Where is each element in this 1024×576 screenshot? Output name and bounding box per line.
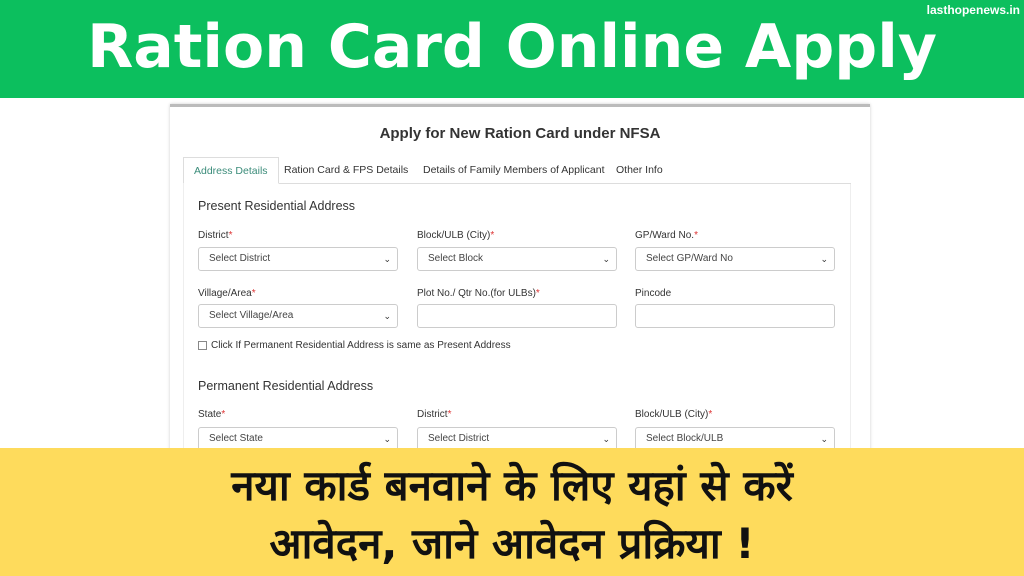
checkbox-icon[interactable] bbox=[198, 341, 207, 350]
same-address-checkbox[interactable]: Click If Permanent Residential Address i… bbox=[198, 340, 511, 351]
permanent-address-heading: Permanent Residential Address bbox=[198, 379, 374, 393]
ward-select[interactable]: Select GP/Ward No ⌄ bbox=[635, 247, 835, 271]
plot-label: Plot No./ Qtr No.(for ULBs)* bbox=[417, 288, 540, 299]
tab-bar: Address Details Ration Card & FPS Detail… bbox=[183, 157, 851, 184]
tab-ration-card-fps[interactable]: Ration Card & FPS Details bbox=[274, 157, 418, 184]
banner-title: Ration Card Online Apply bbox=[87, 12, 937, 82]
block-select[interactable]: Select Block ⌄ bbox=[417, 247, 617, 271]
village-label: Village/Area* bbox=[198, 288, 256, 299]
form-screenshot: Apply for New Ration Card under NFSA Add… bbox=[170, 104, 870, 474]
district-select[interactable]: Select District ⌄ bbox=[198, 247, 398, 271]
checkbox-label: Click If Permanent Residential Address i… bbox=[211, 340, 511, 351]
block-label: Block/ULB (City)* bbox=[417, 230, 495, 241]
chevron-down-icon: ⌄ bbox=[820, 254, 828, 264]
title-banner: Ration Card Online Apply lasthopenews.in bbox=[0, 0, 1024, 98]
village-select[interactable]: Select Village/Area ⌄ bbox=[198, 304, 398, 328]
chevron-down-icon: ⌄ bbox=[602, 434, 610, 444]
tab-other-info[interactable]: Other Info bbox=[606, 157, 673, 184]
hindi-line-2: आवेदन, जाने आवेदन प्रक्रिया ! bbox=[269, 519, 755, 568]
plot-input[interactable] bbox=[417, 304, 617, 328]
perm-block-label: Block/ULB (City)* bbox=[635, 409, 713, 420]
site-name: lasthopenews.in bbox=[926, 3, 1020, 17]
ward-label: GP/Ward No.* bbox=[635, 230, 698, 241]
chevron-down-icon: ⌄ bbox=[383, 311, 391, 321]
chevron-down-icon: ⌄ bbox=[383, 434, 391, 444]
present-address-heading: Present Residential Address bbox=[198, 199, 356, 213]
pincode-label: Pincode bbox=[635, 288, 672, 299]
tab-address-details[interactable]: Address Details bbox=[183, 157, 279, 184]
form-title: Apply for New Ration Card under NFSA bbox=[379, 125, 661, 142]
pincode-input[interactable] bbox=[635, 304, 835, 328]
chevron-down-icon: ⌄ bbox=[820, 434, 828, 444]
chevron-down-icon: ⌄ bbox=[602, 254, 610, 264]
hindi-line-1: नया कार्ड बनवाने के लिए यहां से करें bbox=[231, 461, 793, 510]
hindi-banner: नया कार्ड बनवाने के लिए यहां से करें आवे… bbox=[0, 448, 1024, 576]
district-label: District* bbox=[198, 230, 233, 241]
state-label: State* bbox=[198, 409, 226, 420]
perm-district-label: District* bbox=[417, 409, 452, 420]
chevron-down-icon: ⌄ bbox=[383, 254, 391, 264]
tab-family-members[interactable]: Details of Family Members of Applicant bbox=[413, 157, 614, 184]
